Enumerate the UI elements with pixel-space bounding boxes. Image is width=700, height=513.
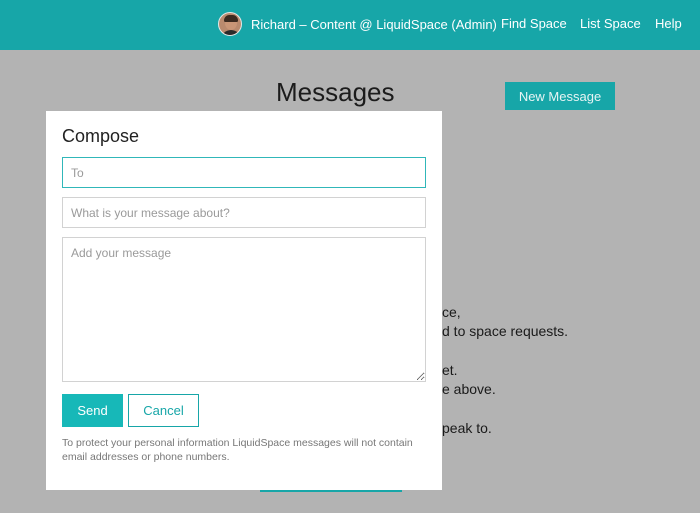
nav-list-space[interactable]: List Space [580, 16, 641, 31]
privacy-note: To protect your personal information Liq… [62, 437, 413, 463]
avatar-shirt [221, 30, 241, 35]
background-text-line: peak to. [442, 420, 492, 436]
to-input[interactable] [62, 157, 426, 188]
background-text-line: d to space requests. [442, 323, 569, 339]
avatar-hair [224, 15, 238, 22]
compose-modal: Compose Send Cancel To protect your pers… [46, 111, 442, 490]
compose-title: Compose [62, 126, 140, 146]
top-navigation-bar: Richard – Content @ LiquidSpace (Admin) … [0, 0, 700, 50]
user-name-label[interactable]: Richard – Content @ LiquidSpace (Admin) [251, 17, 497, 32]
page-title: Messages [276, 77, 395, 107]
avatar[interactable] [218, 12, 242, 36]
cancel-button[interactable]: Cancel [128, 394, 199, 427]
background-text-line: et. [442, 362, 458, 378]
user-menu[interactable]: Richard – Content @ LiquidSpace (Admin) [218, 12, 497, 36]
subject-input[interactable] [62, 197, 426, 228]
new-message-button[interactable]: New Message [505, 82, 615, 110]
background-text-line: e above. [442, 381, 496, 397]
nav-find-space[interactable]: Find Space [501, 16, 567, 31]
send-button[interactable]: Send [62, 394, 123, 427]
message-textarea[interactable] [62, 237, 426, 382]
background-text-line: ce, [442, 304, 461, 320]
nav-help[interactable]: Help [655, 16, 682, 31]
